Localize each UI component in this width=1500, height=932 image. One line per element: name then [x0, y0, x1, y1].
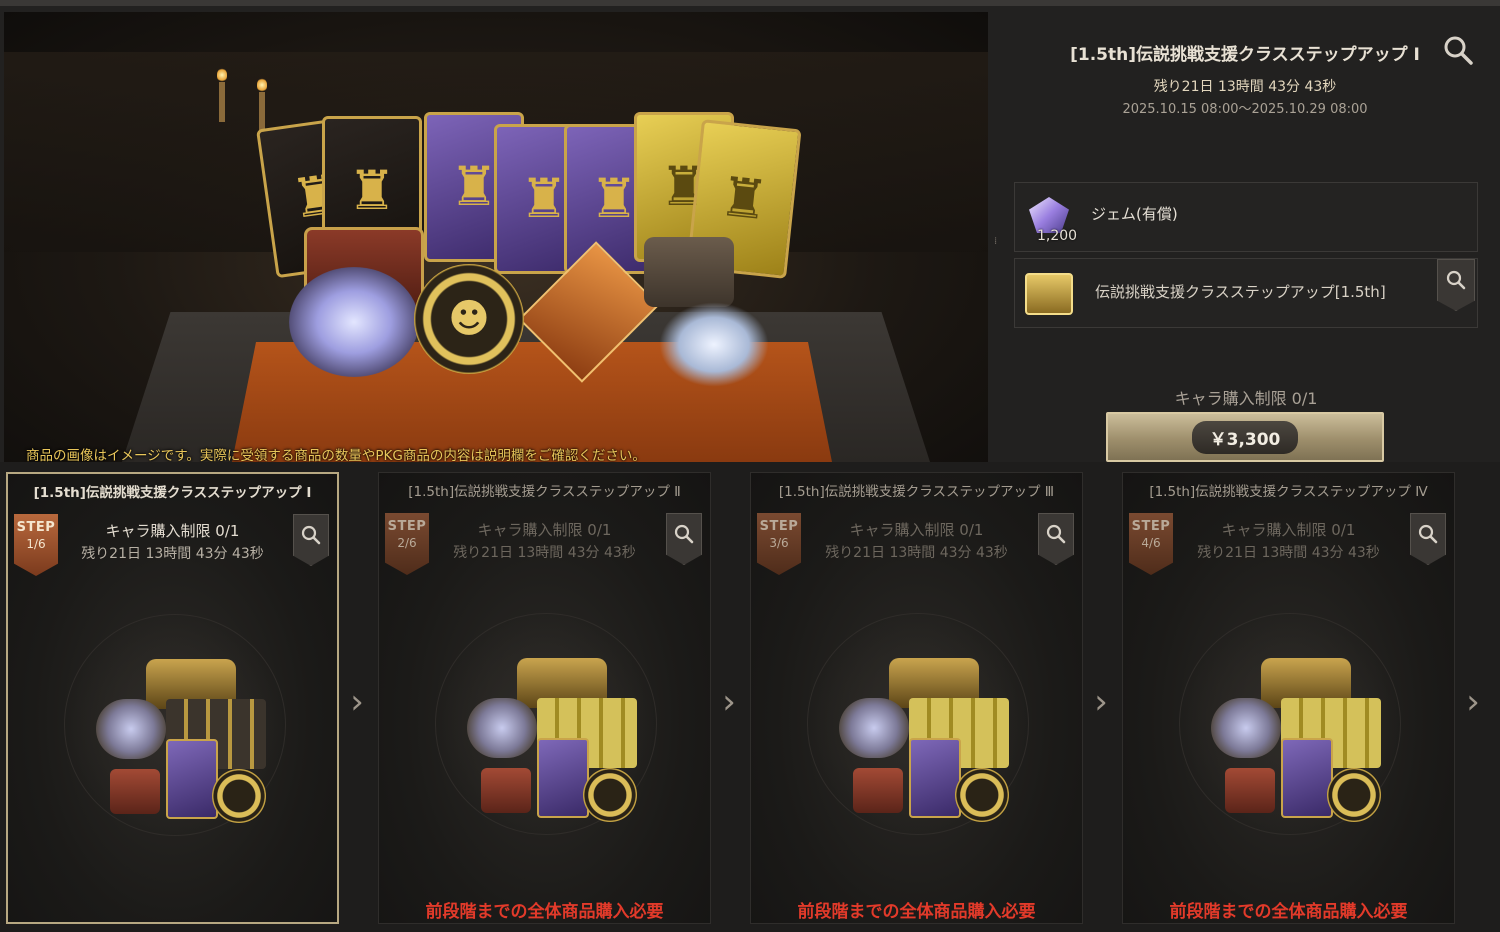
package-title: [1.5th]伝説挑戦支援クラスステップアップ Ⅰ — [1070, 45, 1420, 65]
medal-coin: ☻ — [414, 264, 524, 374]
helmet-icon: ♜ — [519, 167, 569, 230]
step-search-button[interactable] — [293, 514, 329, 566]
step-title: [1.5th]伝説挑戦支援クラスステップアップ Ⅲ — [778, 484, 1055, 500]
item-detail-search-button[interactable] — [1437, 259, 1475, 311]
step-search-button[interactable] — [1410, 513, 1446, 565]
candle — [219, 82, 225, 122]
chevron-right-icon: › — [1094, 682, 1108, 722]
package-item-gem: 1,200 ジェム(有償) — [1014, 182, 1478, 252]
helmet-icon: ♜ — [347, 159, 397, 222]
step-purchase-limit: キャラ購入制限 0/1 — [849, 521, 984, 539]
step-remaining-time: 残り21日 13時間 43分 43秒 — [825, 545, 1008, 561]
step-remaining-time: 残り21日 13時間 43分 43秒 — [1197, 545, 1380, 561]
step-requirement: 前段階までの全体商品購入必要 — [425, 902, 664, 922]
search-icon[interactable] — [1442, 34, 1474, 66]
step-purchase-limit: キャラ購入制限 0/1 — [105, 522, 240, 540]
step-card-2[interactable]: [1.5th]伝説挑戦支援クラスステップアップ Ⅱ STEP 2/6 キャラ購入… — [378, 472, 711, 924]
step-purchase-limit: キャラ購入制限 0/1 — [1221, 521, 1356, 539]
search-icon — [1446, 270, 1466, 290]
helmet-icon: ♜ — [589, 167, 639, 230]
search-icon — [674, 524, 694, 544]
candle-flame — [217, 68, 227, 82]
bundle-image — [1211, 658, 1381, 828]
panel-divider: ⁞ — [994, 236, 998, 247]
search-icon — [1046, 524, 1066, 544]
chevron-right-icon[interactable]: › — [1462, 682, 1484, 722]
treasure-box-icon — [1025, 273, 1073, 315]
package-info-panel: [1.5th]伝説挑戦支援クラスステップアップ Ⅰ 残り21日 13時間 43分… — [1000, 12, 1500, 468]
bundle-image — [839, 658, 1009, 828]
item-name: ジェム(有償) — [1091, 205, 1178, 223]
step-search-button[interactable] — [1038, 513, 1074, 565]
image-disclaimer: 商品の画像はイメージです。実際に受領する商品の数量やPKG商品の内容は説明欄をご… — [26, 448, 646, 462]
chevron-right-icon: › — [722, 682, 736, 722]
candle-flame — [257, 78, 267, 92]
item-name: [1.5th]伝説挑戦支援クラスステップアップ — [1095, 283, 1386, 301]
remaining-time: 残り21日 13時間 43分 43秒 — [1153, 79, 1337, 95]
step-purchase-limit: キャラ購入制限 0/1 — [477, 521, 612, 539]
step-card-1[interactable]: [1.5th]伝説挑戦支援クラスステップアップ Ⅰ STEP 1/6 キャラ購入… — [6, 472, 339, 924]
search-icon — [301, 525, 321, 545]
purchase-limit: キャラ購入制限 0/1 — [1174, 389, 1318, 408]
crystal-pile — [659, 302, 769, 387]
step-card-4[interactable]: [1.5th]伝説挑戦支援クラスステップアップ Ⅳ STEP 4/6 キャラ購入… — [1122, 472, 1455, 924]
chevron-right-icon: › — [350, 682, 364, 722]
step-title: [1.5th]伝説挑戦支援クラスステップアップ Ⅳ — [1149, 484, 1428, 500]
step-requirement: 前段階までの全体商品購入必要 — [1169, 902, 1408, 922]
package-hero-image: ♜ ♜ ♜ ♜ ♜ ♜ ♜ ☻ 商品の画像はイメージです。実際に受領する商品の数… — [4, 12, 988, 462]
package-detail-panel: ♜ ♜ ♜ ♜ ♜ ♜ ♜ ☻ 商品の画像はイメージです。実際に受領する商品の数… — [0, 0, 1500, 462]
buy-button[interactable]: ￥3,300 — [1106, 412, 1384, 462]
sale-period: 2025.10.15 08:00～2025.10.29 08:00 — [1122, 102, 1368, 117]
item-bag — [644, 237, 734, 307]
package-item-box: [1.5th]伝説挑戦支援クラスステップアップ — [1014, 258, 1478, 328]
bundle-image — [467, 658, 637, 828]
step-list: [1.5th]伝説挑戦支援クラスステップアップ Ⅰ STEP 1/6 キャラ購入… — [0, 462, 1500, 932]
search-icon — [1418, 524, 1438, 544]
step-remaining-time: 残り21日 13時間 43分 43秒 — [81, 546, 264, 562]
candle — [259, 92, 265, 132]
step-title: [1.5th]伝説挑戦支援クラスステップアップ Ⅰ — [33, 485, 312, 501]
bundle-image — [96, 659, 266, 829]
step-requirement: 前段階までの全体商品購入必要 — [797, 902, 1036, 922]
gem-pile — [289, 267, 419, 377]
price-label: ￥3,300 — [1191, 420, 1299, 454]
step-card-3[interactable]: [1.5th]伝説挑戦支援クラスステップアップ Ⅲ STEP 3/6 キャラ購入… — [750, 472, 1083, 924]
step-search-button[interactable] — [666, 513, 702, 565]
helmet-icon: ♜ — [716, 164, 772, 233]
step-title: [1.5th]伝説挑戦支援クラスステップアップ Ⅱ — [408, 484, 681, 500]
item-count: 1,200 — [1037, 228, 1078, 244]
helmet-icon: ♜ — [449, 155, 499, 218]
step-remaining-time: 残り21日 13時間 43分 43秒 — [453, 545, 636, 561]
